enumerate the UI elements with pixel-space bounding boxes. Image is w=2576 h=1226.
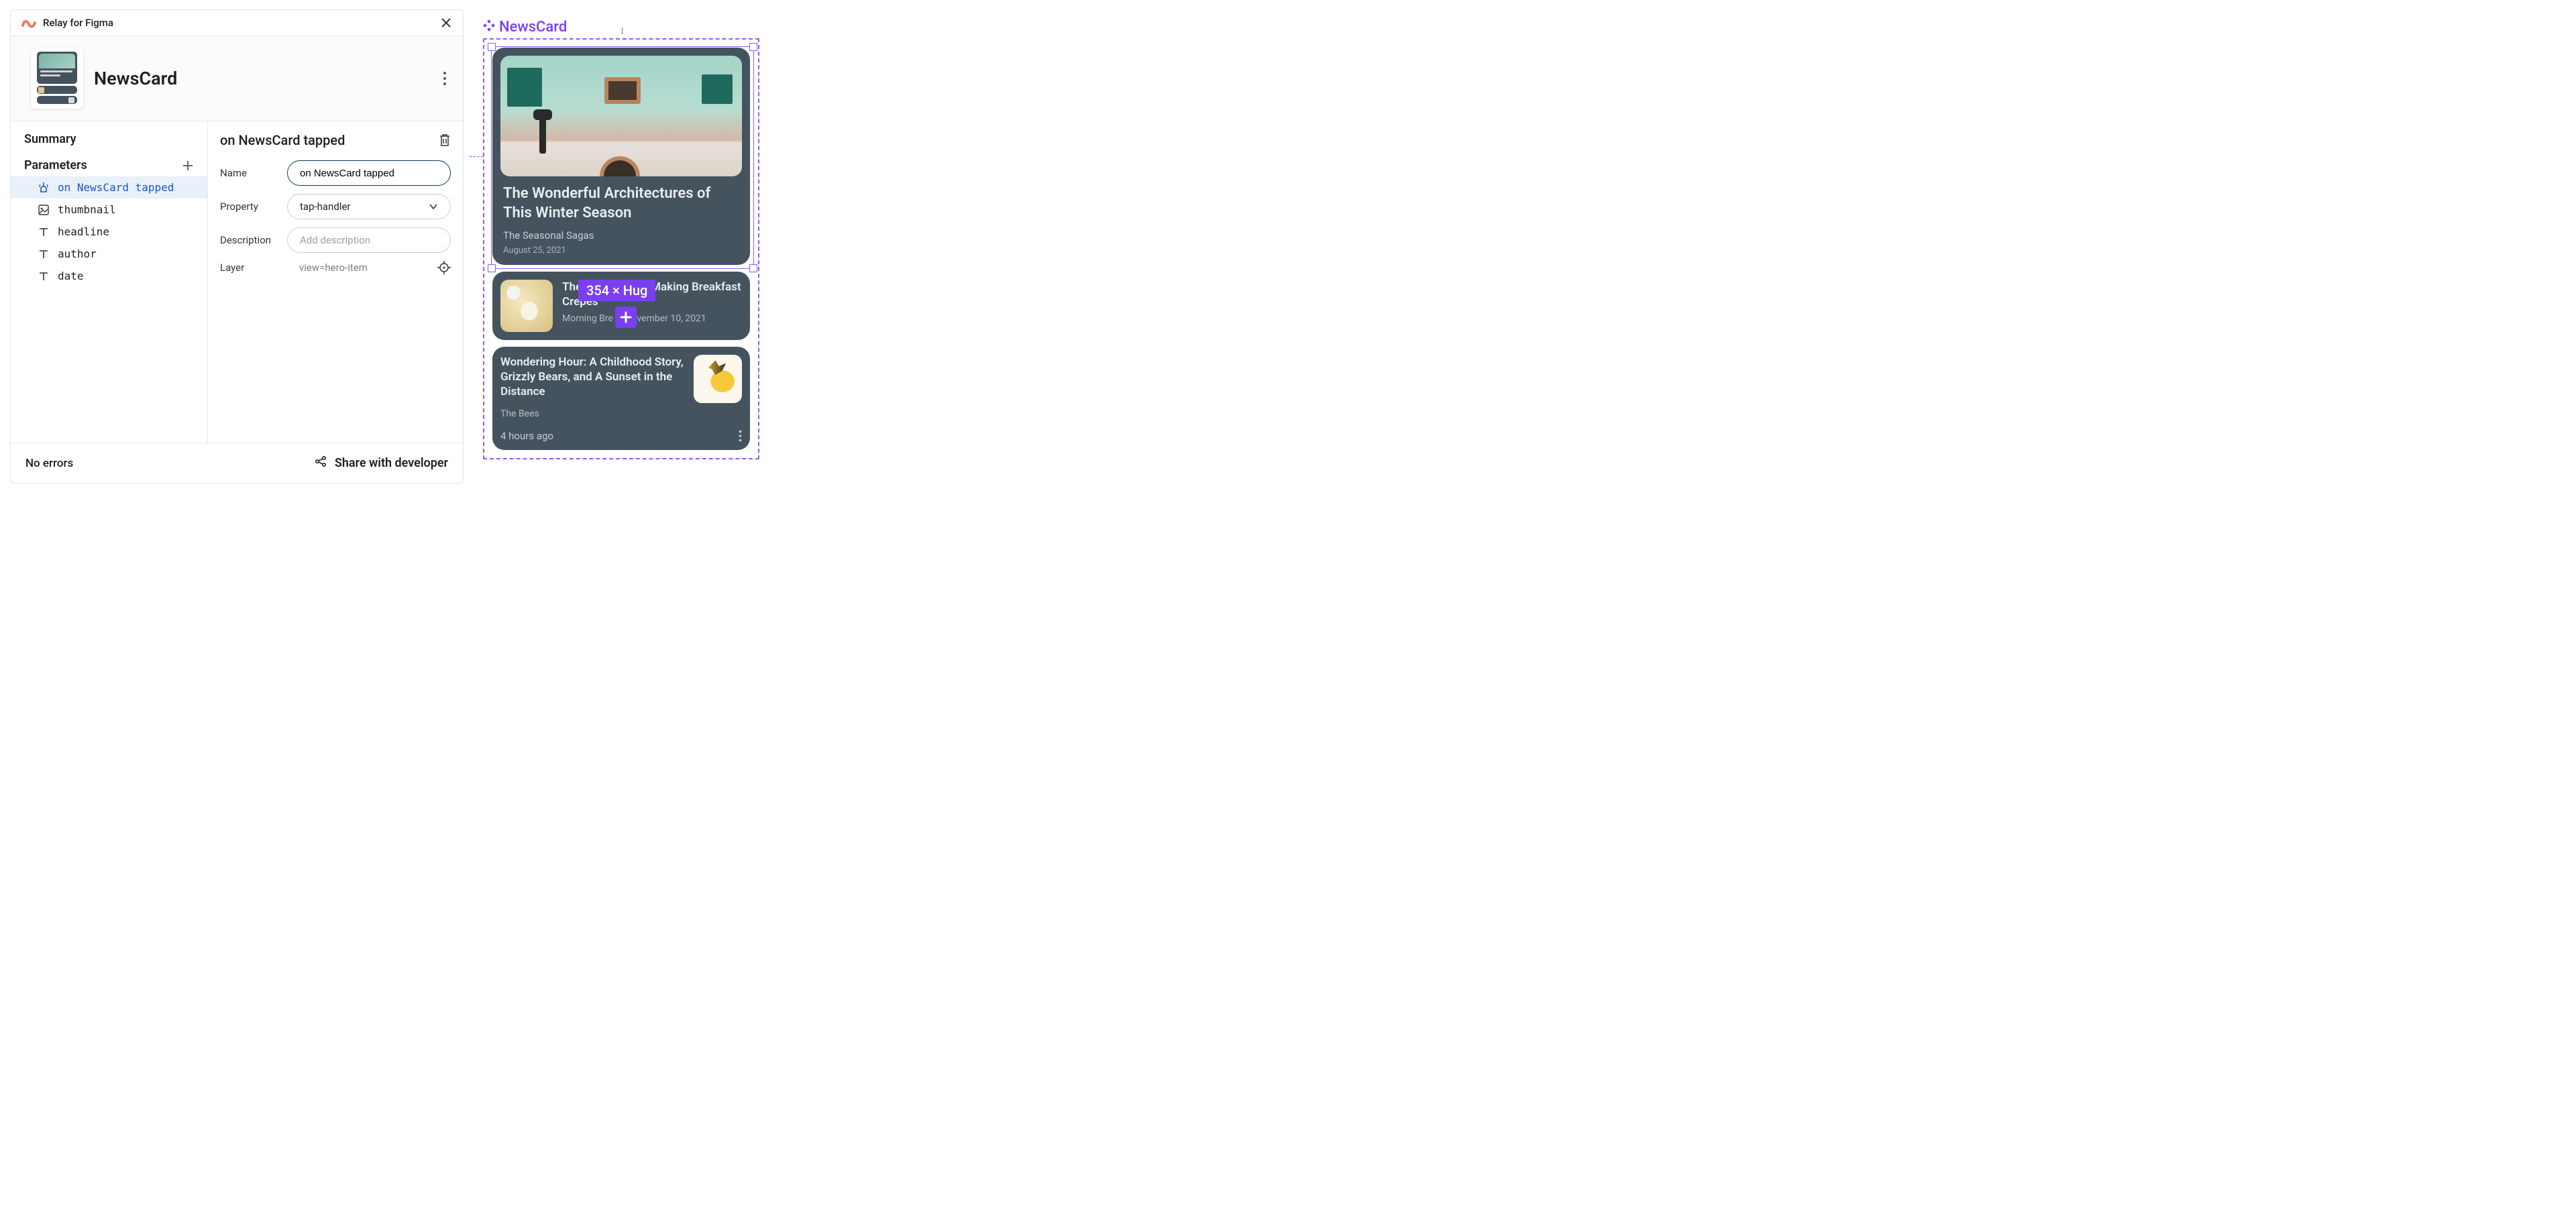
detail-title: on NewsCard tapped bbox=[220, 132, 345, 148]
chevron-down-icon bbox=[429, 201, 438, 213]
panel-title: Relay for Figma bbox=[43, 17, 113, 29]
status-text: No errors bbox=[25, 457, 73, 470]
hero-date: August 25, 2021 bbox=[500, 245, 742, 256]
close-icon[interactable] bbox=[440, 17, 452, 29]
text-icon bbox=[38, 226, 50, 238]
alignment-guide bbox=[470, 156, 483, 157]
row-meta-suffix: ovember 10, 2021 bbox=[632, 313, 706, 324]
more-icon[interactable] bbox=[739, 430, 742, 442]
col-top: Wondering Hour: A Childhood Story, Grizz… bbox=[500, 355, 742, 403]
text-icon bbox=[38, 270, 50, 282]
parameters-heading-row: Parameters bbox=[11, 153, 207, 176]
news-card-hero[interactable]: The Wonderful Architectures of This Wint… bbox=[492, 48, 750, 265]
label-property: Property bbox=[220, 201, 280, 213]
row-meta: Morning Brexxxxovember 10, 2021 bbox=[562, 313, 742, 324]
delete-icon[interactable] bbox=[439, 133, 451, 147]
label-name: Name bbox=[220, 167, 280, 179]
col-time: 4 hours ago bbox=[500, 430, 553, 442]
row-thumbnail bbox=[500, 280, 553, 332]
panel-header-left: NewsCard bbox=[31, 48, 177, 109]
share-label: Share with developer bbox=[335, 456, 448, 470]
panel-footer: No errors Share with developer bbox=[11, 443, 463, 483]
param-label: author bbox=[58, 247, 97, 260]
share-icon bbox=[315, 455, 327, 471]
selection-handle[interactable] bbox=[488, 43, 496, 51]
news-card-column[interactable]: Wondering Hour: A Childhood Story, Grizz… bbox=[492, 347, 750, 450]
input-name[interactable] bbox=[287, 160, 451, 186]
selection-handle[interactable] bbox=[749, 43, 757, 51]
col-thumbnail bbox=[694, 355, 742, 403]
detail-pane: on NewsCard tapped Name Property tap-han… bbox=[208, 121, 463, 443]
panel-header: NewsCard bbox=[11, 36, 463, 121]
param-date[interactable]: date bbox=[11, 265, 207, 287]
col-headline: Wondering Hour: A Childhood Story, Grizz… bbox=[500, 355, 684, 399]
label-layer: Layer bbox=[220, 262, 280, 274]
brand-icon bbox=[21, 17, 36, 28]
canvas-component-name: NewsCard bbox=[499, 19, 567, 36]
parameters-heading: Parameters bbox=[24, 158, 87, 172]
canvas-component-label[interactable]: NewsCard bbox=[483, 19, 765, 36]
hero-author: The Seasonal Sagas bbox=[500, 229, 742, 241]
param-label: on NewsCard tapped bbox=[58, 181, 174, 194]
relay-panel: Relay for Figma NewsCard bbox=[10, 9, 464, 484]
hero-thumbnail bbox=[500, 56, 742, 176]
summary-heading: Summary bbox=[11, 121, 207, 153]
sidebar: Summary Parameters on NewsCard tapped bbox=[11, 121, 208, 443]
add-parameter-icon[interactable] bbox=[182, 160, 194, 172]
parameter-list: on NewsCard tapped thumbnail headline bbox=[11, 176, 207, 287]
layer-value: view=hero-item bbox=[287, 262, 431, 274]
row-layer: Layer view=hero-item bbox=[220, 261, 451, 274]
component-frame[interactable]: The Wonderful Architectures of This Wint… bbox=[483, 38, 759, 459]
panel-body: Summary Parameters on NewsCard tapped bbox=[11, 121, 463, 443]
component-icon bbox=[483, 19, 495, 36]
image-icon bbox=[38, 204, 50, 216]
target-icon[interactable] bbox=[437, 261, 451, 274]
figma-canvas: NewsCard The Wonderful Architectures of … bbox=[483, 19, 765, 459]
text-icon bbox=[38, 248, 50, 260]
param-label: thumbnail bbox=[58, 203, 116, 216]
label-description: Description bbox=[220, 234, 280, 246]
alignment-guide bbox=[622, 27, 623, 34]
param-label: headline bbox=[58, 225, 109, 238]
param-headline[interactable]: headline bbox=[11, 221, 207, 243]
col-footer: 4 hours ago bbox=[500, 430, 742, 442]
param-author[interactable]: author bbox=[11, 243, 207, 265]
panel-titlebar: Relay for Figma bbox=[11, 10, 463, 36]
row-description: Description Add description bbox=[220, 227, 451, 253]
input-description[interactable]: Add description bbox=[287, 227, 451, 253]
more-icon[interactable] bbox=[443, 71, 447, 86]
detail-header: on NewsCard tapped bbox=[220, 132, 451, 148]
row-name: Name bbox=[220, 160, 451, 186]
select-property-value: tap-handler bbox=[300, 201, 350, 213]
col-author: The Bees bbox=[500, 408, 742, 419]
param-thumbnail[interactable]: thumbnail bbox=[11, 199, 207, 221]
component-thumbnail bbox=[31, 48, 83, 109]
row-property: Property tap-handler bbox=[220, 194, 451, 219]
share-with-developer-button[interactable]: Share with developer bbox=[315, 455, 448, 471]
selection-handle[interactable] bbox=[749, 264, 757, 272]
param-on-newscard-tapped[interactable]: on NewsCard tapped bbox=[11, 176, 207, 199]
dimension-badge: 354 × Hug bbox=[578, 280, 655, 301]
hero-headline: The Wonderful Architectures of This Wint… bbox=[500, 184, 742, 223]
component-name: NewsCard bbox=[94, 68, 177, 89]
row-meta-prefix: Morning Bre bbox=[562, 313, 613, 324]
select-property[interactable]: tap-handler bbox=[287, 194, 451, 219]
panel-titlebar-left: Relay for Figma bbox=[21, 17, 113, 29]
add-spacer-icon[interactable] bbox=[615, 306, 637, 328]
tap-icon bbox=[38, 182, 50, 194]
selection-handle[interactable] bbox=[488, 264, 496, 272]
param-label: date bbox=[58, 270, 84, 282]
